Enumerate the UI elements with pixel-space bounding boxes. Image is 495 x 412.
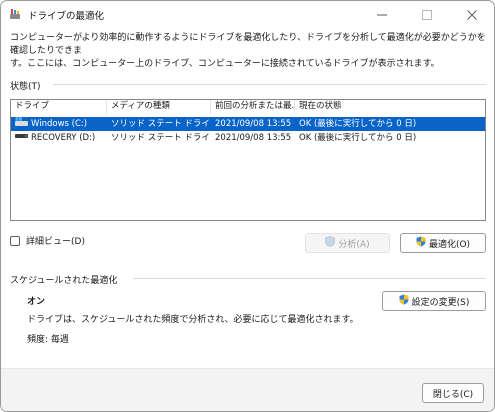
drive-name: RECOVERY (D:) [31, 133, 96, 143]
maximize-button[interactable] [404, 1, 449, 28]
detail-view-checkbox-row[interactable]: 詳細ビュー(D) [10, 234, 85, 247]
media-type-cell: ソリッド ステート ドライブ [111, 133, 211, 143]
drive-cell: Windows (C:) [11, 117, 107, 131]
analyze-button[interactable]: 分析(A) [305, 233, 390, 253]
schedule-frequency: 頻度: 毎週 [27, 335, 69, 345]
optimize-drives-app-icon [9, 8, 21, 20]
minimize-icon [376, 14, 387, 15]
column-header-current-status[interactable]: 現在の状態 [295, 100, 485, 114]
window-title: ドライブの最適化 [28, 11, 105, 22]
change-settings-label: 設定の変更(S) [411, 297, 470, 308]
optimize-label: 最適化(O) [428, 239, 471, 250]
analyze-label: 分析(A) [338, 239, 370, 250]
drive-row-d[interactable]: RECOVERY (D:) ソリッド ステート ドライブ 2021/09/08 … [11, 131, 485, 145]
column-header-media-type[interactable]: メディアの種類 [107, 100, 211, 114]
drive-icon [15, 131, 28, 145]
drive-row-c[interactable]: Windows (C:) ソリッド ステート ドライブ 2021/09/08 1… [11, 117, 485, 131]
dialog-footer: 閉じる(C) [1, 368, 494, 411]
schedule-divider [133, 278, 486, 279]
drive-name: Windows (C:) [31, 119, 88, 129]
media-type-cell: ソリッド ステート ドライブ [111, 119, 211, 129]
close-label: 閉じる(C) [432, 389, 474, 400]
description-text: コンピューターがより効率的に動作するようにドライブを最適化したり、ドライブを分析… [10, 32, 488, 71]
windows-drive-icon [15, 117, 28, 131]
shield-icon [325, 236, 336, 250]
status-section-heading: 状態(T) [10, 82, 41, 92]
current-status-cell: OK (最後に実行してから 0 日) [299, 133, 417, 143]
last-analyzed-cell: 2021/09/08 13:55 [215, 119, 292, 129]
close-window-button[interactable] [449, 1, 494, 28]
minimize-button[interactable] [359, 1, 404, 28]
title-bar[interactable]: ドライブの最適化 [1, 1, 494, 28]
detail-view-label: 詳細ビュー(D) [26, 237, 85, 247]
current-status-cell: OK (最後に実行してから 0 日) [299, 119, 417, 129]
schedule-status: オン [27, 297, 46, 307]
optimize-button[interactable]: 最適化(O) [400, 233, 486, 253]
shield-icon [416, 236, 426, 250]
optimize-drives-window: ドライブの最適化 コンピューターがより効率的に動作するようにドライブを最適化した… [0, 0, 495, 412]
schedule-section-heading: スケジュールされた最適化 [10, 276, 118, 286]
schedule-description: ドライブは、スケジュールされた頻度で分析され、必要に応じて最適化されます。 [27, 315, 359, 325]
shield-icon [399, 294, 409, 308]
drive-cell: RECOVERY (D:) [11, 131, 107, 145]
close-button[interactable]: 閉じる(C) [422, 383, 484, 403]
column-header-last-analyzed[interactable]: 前回の分析または最... [211, 100, 295, 114]
change-settings-button[interactable]: 設定の変更(S) [382, 291, 486, 311]
maximize-icon [421, 9, 432, 20]
status-divider [53, 84, 486, 85]
drive-list[interactable]: ドライブ メディアの種類 前回の分析または最... 現在の状態 Windows … [10, 99, 486, 221]
description-line-2: す。ここには、コンピューター上のドライブ、コンピューターに接続されているドライブ… [10, 59, 440, 69]
last-analyzed-cell: 2021/09/08 13:55 [215, 133, 292, 143]
drive-list-header: ドライブ メディアの種類 前回の分析または最... 現在の状態 [11, 100, 485, 114]
detail-view-checkbox[interactable] [10, 235, 20, 246]
description-line-1: コンピューターがより効率的に動作するようにドライブを最適化したり、ドライブを分析… [10, 33, 486, 56]
column-header-drive[interactable]: ドライブ [11, 100, 107, 114]
close-icon [466, 9, 477, 20]
main-content: コンピューターがより効率的に動作するようにドライブを最適化したり、ドライブを分析… [1, 28, 494, 368]
